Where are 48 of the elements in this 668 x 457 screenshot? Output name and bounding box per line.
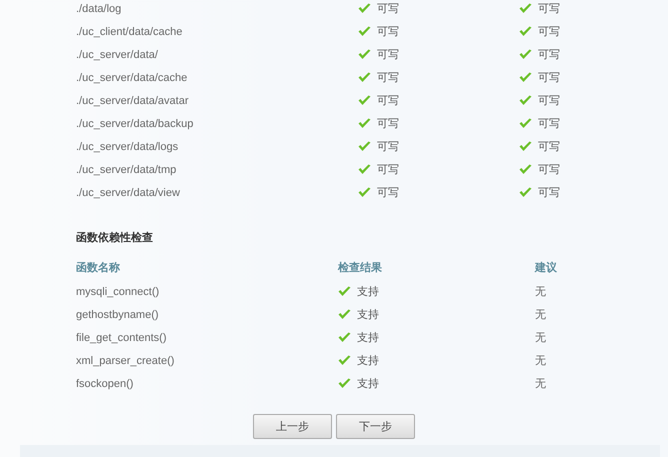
step-button[interactable]: 上一步 <box>253 414 332 439</box>
status-text: 可写 <box>538 71 560 85</box>
directory-path: ./uc_server/data/ <box>76 48 159 62</box>
directory-path: ./uc_server/data/avatar <box>76 94 190 108</box>
result-text: 支持 <box>357 331 379 345</box>
status-text: 可写 <box>538 117 560 131</box>
result-text: 支持 <box>357 354 379 368</box>
function-name: file_get_contents() <box>76 330 168 346</box>
directory-path: ./data/log <box>76 2 122 16</box>
directory-path: ./uc_server/data/logs <box>76 140 180 154</box>
status-text: 可写 <box>538 48 560 62</box>
column-header: 检查结果 <box>338 260 383 276</box>
status-text: 可写 <box>377 48 399 62</box>
function-name: xml_parser_create() <box>76 354 176 368</box>
status-text: 可写 <box>377 140 399 154</box>
result-text: 支持 <box>357 377 379 391</box>
directory-path: ./uc_server/data/cache <box>76 70 188 86</box>
column-header: 函数名称 <box>76 260 121 276</box>
result-text: 支持 <box>357 308 379 322</box>
status-text: 可写 <box>377 71 399 85</box>
column-header: 建议 <box>535 260 558 276</box>
advice-text: 无 <box>535 308 547 323</box>
advice-text: 无 <box>535 354 547 369</box>
advice-text: 无 <box>535 331 547 346</box>
directory-path: ./uc_server/data/backup <box>76 116 194 132</box>
status-text: 可写 <box>538 2 560 16</box>
status-text: 可写 <box>377 117 399 131</box>
directory-path: ./uc_server/data/tmp <box>76 162 178 178</box>
section-title: 函数依赖性检查 <box>76 230 154 245</box>
status-text: 可写 <box>377 186 399 200</box>
status-text: 可写 <box>538 140 560 154</box>
result-text: 支持 <box>357 285 379 299</box>
directory-path: ./uc_server/data/view <box>76 186 181 200</box>
status-text: 可写 <box>538 186 560 200</box>
status-text: 可写 <box>377 25 399 39</box>
status-text: 可写 <box>377 2 399 16</box>
status-text: 可写 <box>538 163 560 177</box>
function-name: fsockopen() <box>76 376 134 392</box>
status-text: 可写 <box>538 25 560 39</box>
function-name: mysqli_connect() <box>76 284 160 300</box>
advice-text: 无 <box>535 377 547 392</box>
advice-text: 无 <box>535 285 547 300</box>
status-text: 可写 <box>377 94 399 108</box>
directory-path: ./uc_client/data/cache <box>76 24 184 40</box>
status-text: 可写 <box>377 163 399 177</box>
function-name: gethostbyname() <box>76 308 160 322</box>
status-text: 可写 <box>538 94 560 108</box>
step-button[interactable]: 下一步 <box>336 414 415 439</box>
